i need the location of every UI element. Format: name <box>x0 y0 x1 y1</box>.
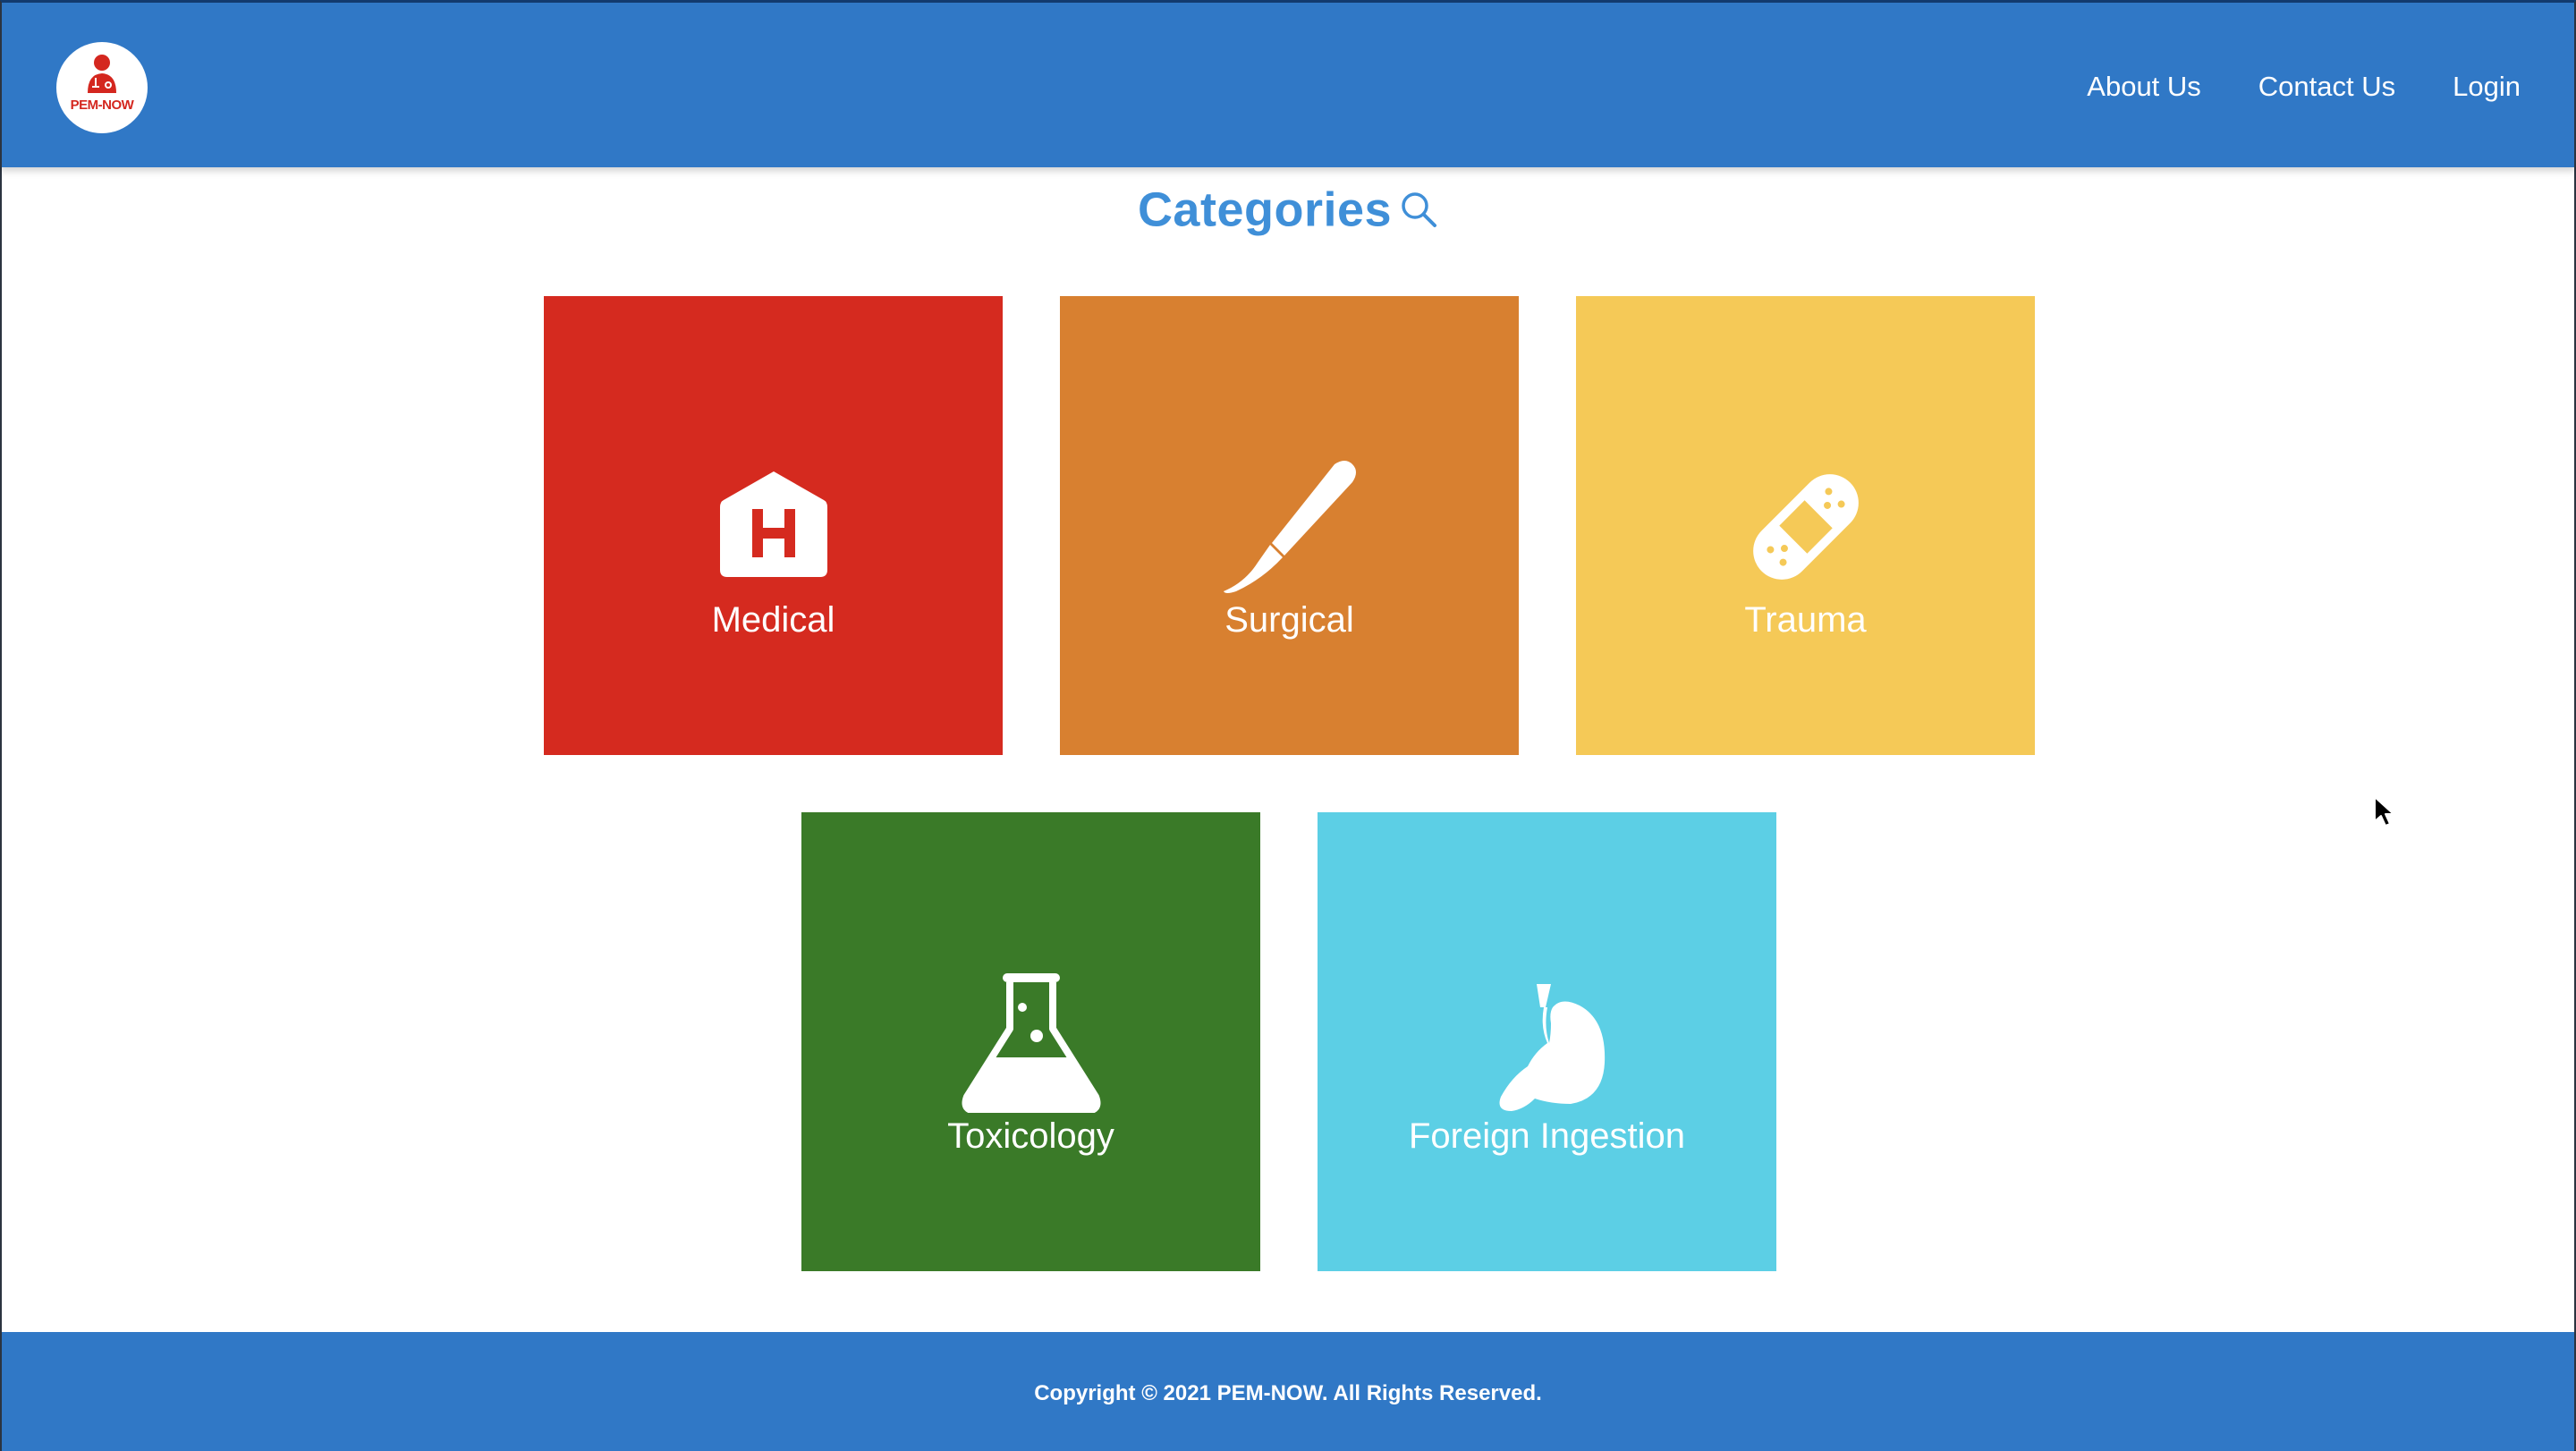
tile-label-foreign-ingestion: Foreign Ingestion <box>1408 1116 1686 1156</box>
tile-label-surgical: Surgical <box>1224 600 1354 640</box>
nav-about-us[interactable]: About Us <box>2087 71 2201 103</box>
doctor-icon <box>88 55 116 93</box>
tile-label-toxicology: Toxicology <box>947 1116 1114 1156</box>
category-tile-foreign-ingestion[interactable]: Foreign Ingestion <box>1318 812 1776 1271</box>
header-bar: PEM-NOW About Us Contact Us Login <box>0 0 2576 167</box>
category-tile-toxicology[interactable]: Toxicology <box>801 812 1260 1271</box>
tile-label-medical: Medical <box>711 600 835 640</box>
tile-label-trauma: Trauma <box>1744 600 1867 640</box>
stomach-icon <box>1499 984 1605 1111</box>
category-tile-surgical[interactable]: Surgical <box>1060 296 1519 755</box>
nav-contact-us[interactable]: Contact Us <box>2258 71 2395 103</box>
search-icon[interactable] <box>1399 185 1438 241</box>
categories-heading: Categories <box>1137 182 1393 237</box>
category-tile-trauma[interactable]: Trauma <box>1576 296 2035 755</box>
copyright-text: Copyright © 2021 PEM-NOW. All Rights Res… <box>1034 1381 1542 1405</box>
logo[interactable]: PEM-NOW <box>56 42 148 133</box>
main-nav: About Us Contact Us Login <box>2087 71 2521 103</box>
logo-text: PEM-NOW <box>70 98 134 113</box>
left-border <box>0 167 2 1332</box>
bandage-icon <box>1752 474 1859 580</box>
footer-bar: Copyright © 2021 PEM-NOW. All Rights Res… <box>0 1332 2576 1451</box>
nav-login[interactable]: Login <box>2453 71 2521 103</box>
page-title: Categories <box>0 179 2576 241</box>
hospital-icon <box>719 471 827 577</box>
mouse-cursor-icon <box>2374 796 2394 827</box>
page: PEM-NOW About Us Contact Us Login Catego… <box>0 0 2576 1451</box>
scalpel-icon <box>1223 461 1356 593</box>
category-tile-medical[interactable]: Medical <box>544 296 1003 755</box>
flask-icon <box>962 973 1100 1113</box>
